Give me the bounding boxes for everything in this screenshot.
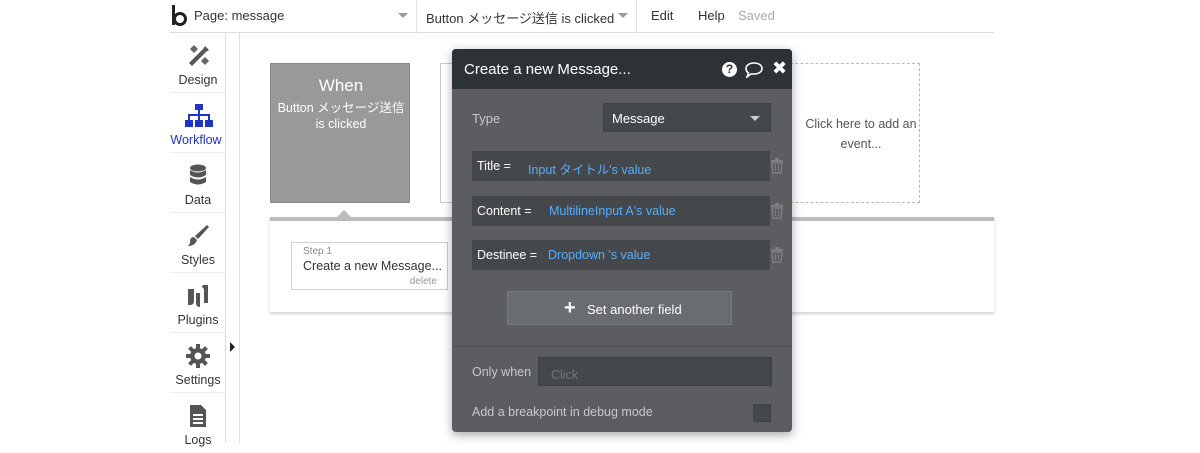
sidebar-item-plugins[interactable]: Plugins	[170, 273, 226, 333]
step-number: Step 1	[303, 246, 332, 257]
step-delete-link[interactable]: delete	[410, 276, 437, 287]
only-when-label: Only when	[472, 365, 532, 379]
event-selector[interactable]: Button メッセージ送信 is clicked	[426, 8, 614, 27]
plus-icon: +	[564, 297, 576, 319]
design-icon	[189, 45, 209, 66]
brush-icon	[188, 225, 209, 246]
sidebar-item-workflow[interactable]: Workflow	[170, 93, 226, 153]
sidebar-item-label: Styles	[180, 253, 216, 267]
expand-panel-triangle-icon[interactable]	[230, 342, 235, 352]
type-dropdown-value: Message	[612, 111, 665, 126]
page-selector-chevron-down-icon[interactable]	[398, 13, 408, 18]
field-value[interactable]: Input タイトル's value	[528, 159, 651, 178]
workflow-icon	[185, 104, 213, 127]
sidebar-item-label: Logs	[184, 433, 212, 447]
field-row-title[interactable]: Title = Input タイトル's value	[472, 151, 770, 181]
field-key: Content =	[477, 204, 532, 218]
steps-panel-pointer	[336, 210, 352, 218]
help-icon[interactable]: ?	[722, 62, 737, 77]
set-another-field-button[interactable]: + Set another field	[507, 291, 732, 325]
divider	[239, 33, 240, 443]
add-event-text: Click here to add an event...	[805, 117, 917, 151]
trash-icon[interactable]	[770, 158, 784, 174]
action-editor-modal: Create a new Message... ? ✖ Type Message…	[452, 49, 792, 432]
edit-menu[interactable]: Edit	[651, 8, 673, 23]
help-menu[interactable]: Help	[698, 8, 725, 23]
sidebar-item-label: Design	[178, 73, 218, 87]
add-event-card[interactable]: Click here to add an event...	[780, 63, 920, 203]
sidebar-item-design[interactable]: Design	[170, 33, 226, 93]
gear-icon	[186, 344, 210, 368]
field-value[interactable]: Dropdown 's value	[548, 248, 650, 262]
field-row-destinee[interactable]: Destinee = Dropdown 's value	[472, 240, 770, 270]
sidebar-item-label: Data	[184, 193, 212, 207]
document-icon	[190, 405, 206, 427]
sidebar-item-data[interactable]: Data	[170, 153, 226, 213]
type-label: Type	[472, 111, 501, 126]
trash-icon[interactable]	[770, 203, 784, 219]
plug-icon	[188, 285, 208, 307]
sidebar-item-label: Plugins	[177, 313, 219, 327]
divider	[416, 0, 417, 33]
bubble-logo-icon[interactable]	[170, 3, 188, 29]
event-card[interactable]: When Button メッセージ送信 is clicked	[270, 63, 410, 203]
breakpoint-checkbox[interactable]	[753, 404, 771, 422]
set-another-field-label: Set another field	[587, 302, 682, 317]
type-dropdown[interactable]: Message	[603, 103, 771, 132]
chevron-down-icon	[750, 116, 760, 121]
event-card-description: Button メッセージ送信 is clicked	[277, 101, 405, 131]
event-card-title: When	[318, 76, 364, 95]
only-when-input[interactable]	[538, 357, 772, 386]
sidebar-item-logs[interactable]: Logs	[170, 393, 226, 453]
divider	[452, 346, 792, 347]
page-selector[interactable]: Page: message	[194, 8, 284, 23]
field-row-content[interactable]: Content = MultilineInput A's value	[472, 196, 770, 226]
save-status: Saved	[738, 8, 775, 23]
step-card[interactable]: Step 1 Create a new Message... delete	[291, 242, 448, 290]
field-value[interactable]: MultilineInput A's value	[549, 204, 676, 218]
sidebar-item-label: Workflow	[170, 133, 222, 147]
modal-header: Create a new Message... ? ✖	[452, 49, 792, 89]
event-selector-chevron-down-icon[interactable]	[618, 13, 628, 18]
breakpoint-label: Add a breakpoint in debug mode	[472, 405, 653, 419]
modal-title: Create a new Message...	[464, 61, 631, 78]
sidebar-item-styles[interactable]: Styles	[170, 213, 226, 273]
divider	[636, 0, 637, 33]
sidebar-item-settings[interactable]: Settings	[170, 333, 226, 393]
top-bar: Page: message Button メッセージ送信 is clicked …	[170, 0, 994, 33]
field-key: Destinee =	[477, 248, 538, 262]
trash-icon[interactable]	[770, 247, 784, 263]
comment-icon[interactable]	[744, 61, 764, 78]
close-icon[interactable]: ✖	[772, 59, 787, 77]
left-sidebar: Design Workflow Data Styles Plugins Sett…	[170, 33, 226, 447]
sidebar-item-label: Settings	[175, 373, 221, 387]
step-title: Create a new Message...	[303, 259, 442, 273]
database-icon	[190, 164, 206, 185]
field-key: Title =	[477, 159, 511, 173]
